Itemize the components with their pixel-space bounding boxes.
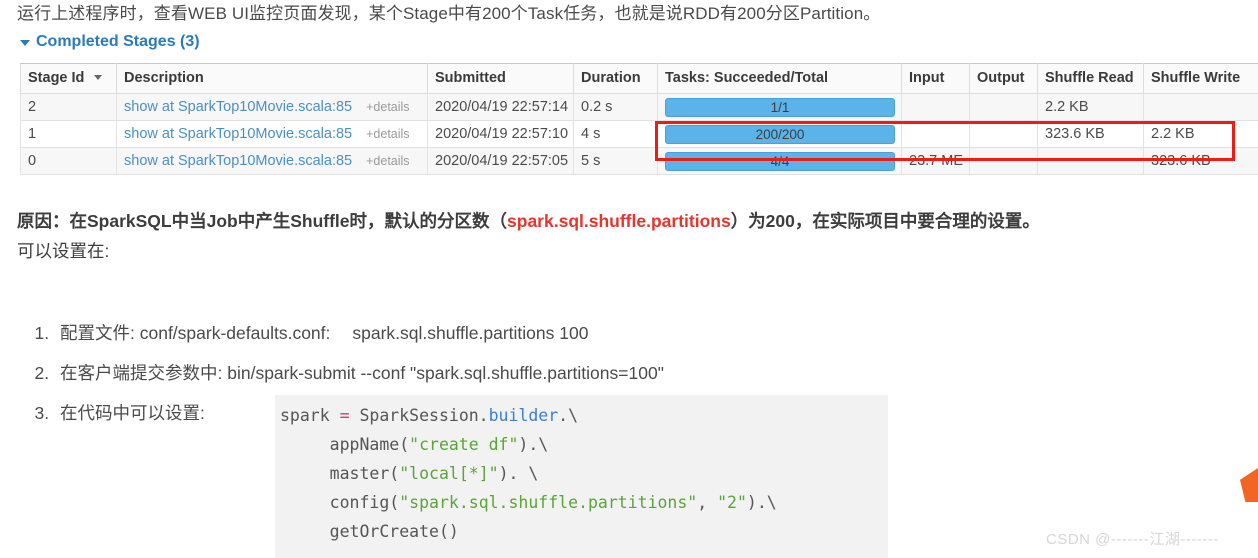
cell-stage-id: 0 bbox=[20, 147, 117, 175]
cell-output bbox=[969, 93, 1038, 121]
code-block: spark = SparkSession.builder.\ appName("… bbox=[275, 395, 888, 558]
code-token: getOrCreate() bbox=[280, 522, 459, 541]
completed-stages-label: Completed Stages (3) bbox=[36, 33, 200, 50]
column-header-shuffle-write[interactable]: Shuffle Write bbox=[1143, 63, 1258, 94]
code-token: builder bbox=[488, 406, 559, 425]
code-token: "create df" bbox=[409, 435, 519, 454]
cell-submitted: 2020/04/19 22:57:10 bbox=[427, 120, 574, 148]
task-progress-label: 200/200 bbox=[755, 126, 805, 142]
column-header-submitted[interactable]: Submitted bbox=[427, 63, 574, 94]
cell-duration: 0.2 s bbox=[573, 93, 658, 121]
completed-stages-toggle[interactable]: Completed Stages (3) bbox=[20, 32, 200, 52]
stages-table-container: Stage Id Description Submitted Duration … bbox=[20, 63, 1258, 175]
column-header-description[interactable]: Description bbox=[116, 63, 428, 94]
cell-shuffle-write: 2.2 KB bbox=[1143, 120, 1258, 148]
cell-tasks: 4/4 bbox=[657, 147, 902, 175]
code-token: .\ bbox=[558, 406, 579, 425]
column-header-duration[interactable]: Duration bbox=[573, 63, 658, 94]
code-line: getOrCreate() bbox=[275, 517, 888, 546]
code-token: = bbox=[339, 406, 350, 425]
table-header-row: Stage Id Description Submitted Duration … bbox=[20, 63, 1258, 94]
stages-table-body: 2 show at SparkTop10Movie.scala:85 +detai… bbox=[20, 93, 1258, 175]
cell-submitted: 2020/04/19 22:57:05 bbox=[427, 147, 574, 175]
code-token: , bbox=[697, 493, 718, 512]
details-toggle[interactable]: +details bbox=[366, 127, 409, 141]
cell-shuffle-write bbox=[1143, 93, 1258, 121]
code-token: "2" bbox=[717, 493, 747, 512]
list-item-label: 配置文件: conf/spark-defaults.conf: bbox=[60, 323, 331, 343]
column-header-input[interactable]: Input bbox=[901, 63, 970, 94]
intro-paragraph: 运行上述程序时，查看WEB UI监控页面发现，某个Stage中有200个Task… bbox=[17, 4, 881, 23]
cell-description: show at SparkTop10Movie.scala:85 +details bbox=[116, 147, 428, 175]
stage-description-link[interactable]: show at SparkTop10Movie.scala:85 bbox=[124, 99, 352, 115]
details-toggle[interactable]: +details bbox=[366, 154, 409, 168]
table-row[interactable]: 2 show at SparkTop10Movie.scala:85 +detai… bbox=[20, 93, 1258, 121]
cell-stage-id: 2 bbox=[20, 93, 117, 121]
code-token: "spark.sql.shuffle.partitions" bbox=[399, 493, 698, 512]
code-token: "local[*]" bbox=[399, 464, 499, 483]
task-progress-label: 4/4 bbox=[770, 153, 790, 169]
code-token: config( bbox=[280, 493, 400, 512]
reason-paragraph: 原因：在SparkSQL中当Job中产生Shuffle时，默认的分区数（spar… bbox=[17, 206, 1040, 236]
code-line: spark = SparkSession.builder.\ bbox=[275, 401, 888, 430]
code-token: master( bbox=[280, 464, 400, 483]
task-progress-bar: 1/1 bbox=[665, 97, 895, 117]
cell-input bbox=[901, 120, 970, 148]
cell-shuffle-read: 323.6 KB bbox=[1037, 120, 1144, 148]
cell-duration: 5 s bbox=[573, 147, 658, 175]
triangle-down-icon bbox=[20, 40, 30, 46]
cell-output bbox=[969, 120, 1038, 148]
completed-stages-table: Stage Id Description Submitted Duration … bbox=[20, 63, 1258, 175]
cell-tasks: 200/200 bbox=[657, 120, 902, 148]
table-row[interactable]: 1 show at SparkTop10Movie.scala:85 +detai… bbox=[20, 120, 1258, 148]
reason-paragraph-line2: 可以设置在: bbox=[17, 241, 110, 261]
code-line: appName("create df").\ bbox=[275, 430, 888, 459]
code-token: ). \ bbox=[498, 464, 539, 483]
stage-description-link[interactable]: show at SparkTop10Movie.scala:85 bbox=[124, 126, 352, 142]
reason-body-2: ）为200，在实际项目中要合理的设置。 bbox=[730, 211, 1040, 231]
cell-output bbox=[969, 147, 1038, 175]
task-progress-bar: 200/200 bbox=[665, 124, 895, 144]
csdn-watermark: CSDN @-------江湖------- bbox=[1046, 531, 1219, 548]
cell-input bbox=[901, 93, 970, 121]
reason-prefix: 原因： bbox=[17, 211, 70, 231]
cell-stage-id: 1 bbox=[20, 120, 117, 148]
task-progress-label: 1/1 bbox=[770, 99, 790, 115]
cell-description: show at SparkTop10Movie.scala:85 +details bbox=[116, 93, 428, 121]
reason-body-1: 在SparkSQL中当Job中产生Shuffle时，默认的分区数（ bbox=[69, 211, 508, 231]
column-header-output[interactable]: Output bbox=[969, 63, 1038, 94]
list-item-label: 在代码中可以设置: bbox=[60, 403, 205, 423]
task-progress-bar: 4/4 bbox=[665, 151, 895, 171]
stage-description-link[interactable]: show at SparkTop10Movie.scala:85 bbox=[124, 153, 352, 169]
cell-description: show at SparkTop10Movie.scala:85 +details bbox=[116, 120, 428, 148]
column-header-shuffle-read[interactable]: Shuffle Read bbox=[1037, 63, 1144, 94]
code-line: config("spark.sql.shuffle.partitions", "… bbox=[275, 488, 888, 517]
cursor-arrow-icon bbox=[1240, 468, 1258, 502]
code-token: SparkSession. bbox=[349, 406, 489, 425]
table-row[interactable]: 0 show at SparkTop10Movie.scala:85 +detai… bbox=[20, 147, 1258, 175]
list-item-label: 在客户端提交参数中: bin/spark-submit --conf "spar… bbox=[60, 363, 664, 383]
cell-shuffle-write: 323.6 KB bbox=[1143, 147, 1258, 175]
list-item-value: spark.sql.shuffle.partitions 100 bbox=[352, 323, 589, 343]
cell-shuffle-read: 2.2 KB bbox=[1037, 93, 1144, 121]
list-item: 在客户端提交参数中: bin/spark-submit --conf "spar… bbox=[54, 353, 664, 393]
column-header-stage-id[interactable]: Stage Id bbox=[20, 63, 117, 94]
cell-duration: 4 s bbox=[573, 120, 658, 148]
column-header-tasks[interactable]: Tasks: Succeeded/Total bbox=[657, 63, 902, 94]
details-toggle[interactable]: +details bbox=[366, 100, 409, 114]
cell-input: 23.7 ME bbox=[901, 147, 970, 175]
code-token: appName( bbox=[280, 435, 410, 454]
cell-tasks: 1/1 bbox=[657, 93, 902, 121]
code-token: spark bbox=[280, 406, 340, 425]
cell-submitted: 2020/04/19 22:57:14 bbox=[427, 93, 574, 121]
reason-highlight-config-key: spark.sql.shuffle.partitions bbox=[507, 211, 731, 231]
code-token: ).\ bbox=[518, 435, 549, 454]
code-line: master("local[*]"). \ bbox=[275, 459, 888, 488]
cell-shuffle-read bbox=[1037, 147, 1144, 175]
code-token: ).\ bbox=[746, 493, 777, 512]
sort-descending-icon[interactable] bbox=[94, 74, 103, 80]
list-item: 配置文件: conf/spark-defaults.conf: spark.sql… bbox=[54, 313, 664, 353]
